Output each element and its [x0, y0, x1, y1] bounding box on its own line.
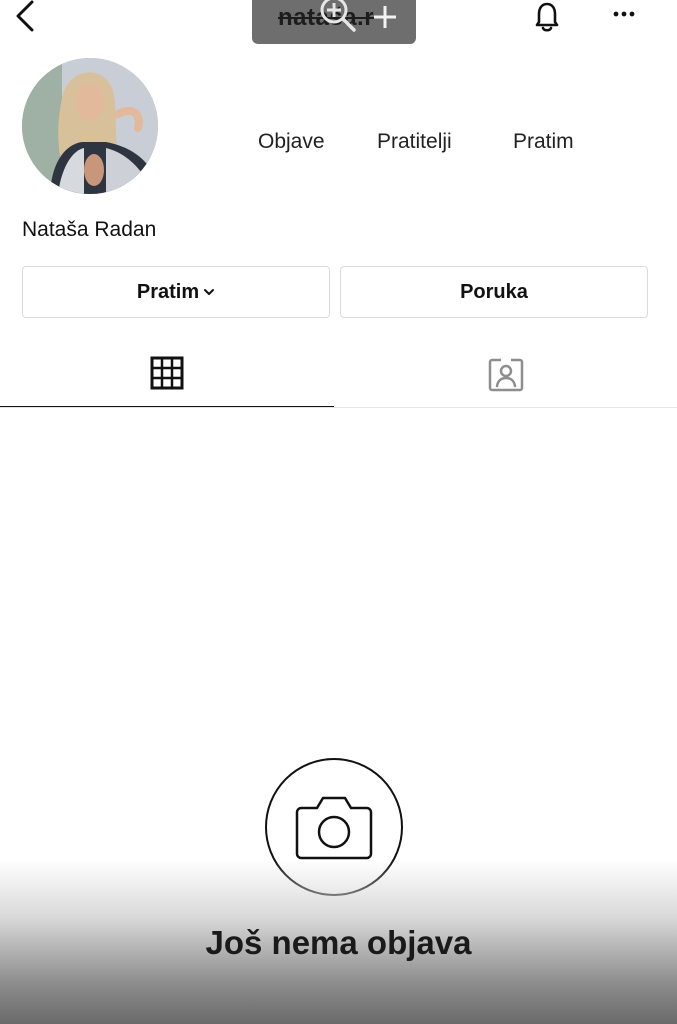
following-button-label: Pratim: [136, 280, 200, 303]
notification-button[interactable]: [530, 0, 564, 34]
grid-icon: [150, 356, 184, 390]
following-stat[interactable]: Pratim: [513, 130, 574, 154]
profile-photo: [22, 58, 158, 194]
camera-icon: [295, 796, 373, 860]
more-horizontal-icon: [613, 11, 635, 17]
tab-divider: [0, 407, 677, 408]
zoom-in-icon: [320, 0, 356, 32]
posts-stat[interactable]: Objave: [258, 130, 325, 154]
tagged-person-icon: [488, 358, 523, 392]
more-options-button[interactable]: [608, 6, 642, 22]
profile-stats: Objave Pratitelji Pratim: [0, 130, 677, 160]
followers-stat[interactable]: Pratitelji: [377, 130, 452, 154]
empty-state-title: Još nema objava: [205, 924, 472, 961]
back-button[interactable]: [12, 0, 42, 34]
tab-tagged[interactable]: [334, 340, 677, 408]
profile-page: nataša.r Objave Pratitelji Pratim Nataša…: [0, 0, 677, 1024]
chevron-down-icon: [204, 289, 215, 295]
message-button-label: Poruka: [460, 280, 528, 303]
following-dropdown-button[interactable]: Pratim: [22, 266, 330, 318]
display-name: Nataša Radan: [22, 218, 157, 241]
plus-icon: [374, 6, 396, 28]
bell-icon: [535, 2, 559, 32]
tab-posts-grid[interactable]: [0, 340, 334, 408]
avatar[interactable]: [22, 58, 158, 194]
chevron-left-icon: [16, 0, 34, 32]
message-button[interactable]: Poruka: [340, 266, 648, 318]
